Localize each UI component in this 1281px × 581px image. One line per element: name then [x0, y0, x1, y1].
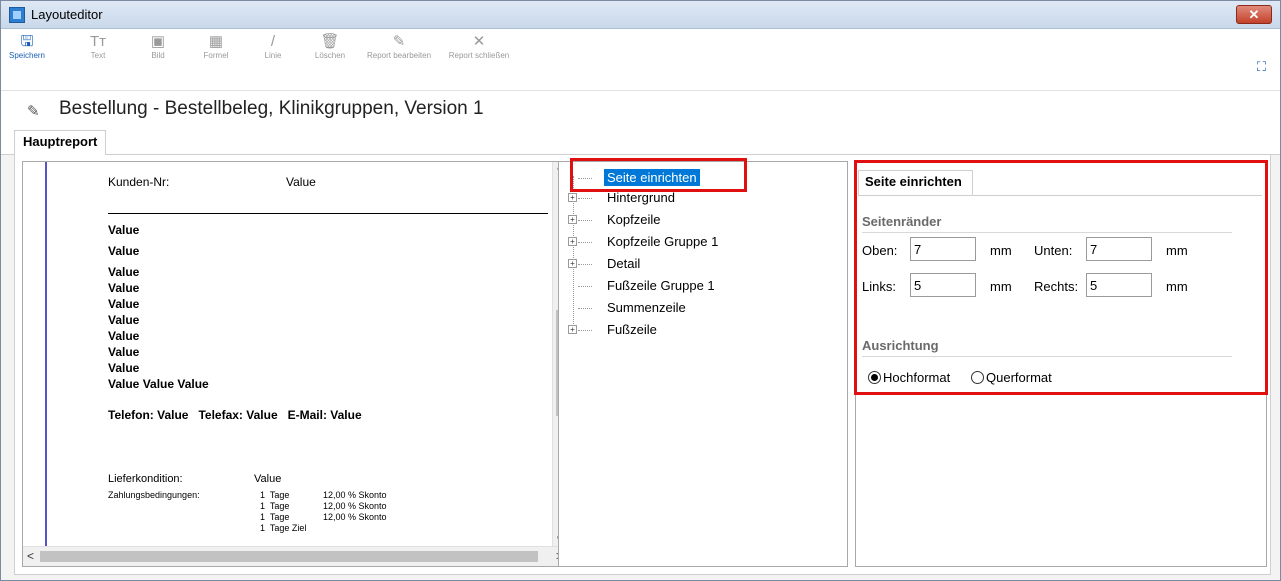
tree-item-label: Fußzeile [607, 322, 657, 337]
contact-line: Telefon: Value Telefax: Value E-Mail: Va… [108, 408, 362, 422]
tree-item-label: Kopfzeile Gruppe 1 [607, 234, 719, 249]
expand-icon[interactable]: + [568, 193, 577, 202]
preview-divider [108, 213, 548, 214]
zahlungsbedingungen-label: Zahlungsbedingungen: [108, 490, 200, 500]
tree-connector [578, 242, 592, 243]
expand-icon[interactable]: + [568, 237, 577, 246]
preview-horizontal-scrollbar[interactable]: < > [23, 546, 569, 566]
delete-button[interactable]: 🗑 Löschen [311, 33, 349, 60]
value-line: Value [108, 345, 140, 359]
value-line: Value [108, 244, 140, 258]
zahlung-days: 1 Tage Ziel [260, 523, 307, 533]
expand-icon[interactable]: + [568, 259, 577, 268]
tab-strip: Hauptreport [1, 129, 1280, 156]
lieferkondition-value: Value [254, 473, 282, 485]
value-line: Value [108, 329, 140, 343]
tree-connector [578, 286, 592, 287]
scroll-left-icon[interactable]: < [27, 549, 34, 563]
value-line: Value [108, 265, 140, 279]
tree-item-summenzeile[interactable]: Summenzeile [559, 298, 759, 318]
horizontal-scroll-thumb[interactable] [40, 551, 538, 562]
tree-item-fusszeile[interactable]: + Fußzeile [559, 320, 759, 340]
value-triple-line: Value Value Value [108, 377, 209, 391]
edit-report-button-label: Report bearbeiten [366, 51, 432, 60]
highlight-box-tree [570, 158, 747, 192]
report-preview[interactable]: Kunden-Nr: Value Value Value Value Value… [22, 161, 570, 567]
line-button[interactable]: / Linie [258, 33, 288, 60]
tree-item-label: Fußzeile Gruppe 1 [607, 278, 715, 293]
expand-icon[interactable]: + [568, 325, 577, 334]
value-line: Value [108, 313, 140, 327]
lieferkondition-label: Lieferkondition: [108, 473, 183, 485]
value-line: Value [108, 297, 140, 311]
line-icon: / [270, 33, 276, 50]
save-button[interactable]: 🖫 Speichern [7, 33, 47, 60]
tab-hauptreport[interactable]: Hauptreport [14, 130, 107, 156]
tree-connector [578, 308, 592, 309]
expand-icon[interactable]: + [568, 215, 577, 224]
delete-button-label: Löschen [314, 51, 346, 60]
report-structure-tree: Seite einrichten + Hintergrund + Kopfzei… [558, 161, 848, 567]
close-report-button-label: Report schließen [448, 51, 510, 60]
margin-guide-line [45, 162, 47, 546]
formula-button-label: Formel [203, 51, 229, 60]
tree-item-detail[interactable]: + Detail [559, 254, 759, 274]
kunden-nr-value: Value [286, 175, 316, 189]
edit-pencil-icon: ✎ [392, 33, 406, 50]
tree-item-label: Hintergrund [607, 190, 675, 205]
report-heading: ✎ Bestellung - Bestellbeleg, Klinikgrupp… [1, 91, 1280, 129]
fullscreen-icon[interactable]: ⛶ [1257, 59, 1266, 75]
image-button-label: Bild [151, 51, 165, 60]
close-icon: ✕ [472, 33, 486, 50]
zahlung-days: 1 Tage [260, 512, 290, 522]
tree-item-kopfzeile[interactable]: + Kopfzeile [559, 210, 759, 230]
tree-item-label: Kopfzeile [607, 212, 661, 227]
image-icon: ▣ [150, 33, 166, 50]
tree-connector [578, 198, 592, 199]
layout-editor-window: Layouteditor ✕ 🖫 Speichern Tт Text ▣ Bil… [0, 0, 1281, 581]
page-title: Bestellung - Bestellbeleg, Klinikgruppen… [59, 98, 484, 119]
zahlung-pct: 12,00 % Skonto [323, 490, 387, 500]
trash-icon: 🗑 [320, 33, 340, 50]
highlight-box-properties [854, 160, 1268, 395]
tree-connector [578, 330, 592, 331]
kunden-nr-label: Kunden-Nr: [108, 175, 170, 189]
zahlung-days: 1 Tage [260, 490, 290, 500]
tree-item-kopfzeile-gruppe-1[interactable]: + Kopfzeile Gruppe 1 [559, 232, 759, 252]
toolbar: 🖫 Speichern Tт Text ▣ Bild ▦ Formel / Li… [1, 29, 1280, 91]
image-button[interactable]: ▣ Bild [141, 33, 175, 60]
zahlung-pct: 12,00 % Skonto [323, 512, 387, 522]
save-button-label: Speichern [8, 51, 46, 60]
text-button[interactable]: Tт Text [81, 33, 115, 60]
tree-item-fusszeile-gruppe-1[interactable]: Fußzeile Gruppe 1 [559, 276, 759, 296]
tree-item-label: Detail [607, 256, 641, 271]
floppy-disk-icon: 🖫 [20, 33, 34, 50]
text-icon: Tт [89, 33, 107, 50]
content-area: Kunden-Nr: Value Value Value Value Value… [14, 155, 1271, 575]
text-button-label: Text [90, 51, 106, 60]
zahlung-pct: 12,00 % Skonto [323, 501, 387, 511]
zahlung-days: 1 Tage [260, 501, 290, 511]
formula-icon: ▦ [208, 33, 224, 50]
edit-report-button[interactable]: ✎ Report bearbeiten [359, 33, 439, 60]
title-bar: Layouteditor ✕ [1, 1, 1280, 29]
formula-button[interactable]: ▦ Formel [198, 33, 234, 60]
pencil-icon: ✎ [27, 103, 40, 120]
tree-item-label: Summenzeile [607, 300, 686, 315]
close-report-button[interactable]: ✕ Report schließen [441, 33, 517, 60]
bottom-edge [1, 576, 1280, 580]
value-line: Value [108, 223, 140, 237]
window-close-button[interactable]: ✕ [1236, 5, 1272, 24]
properties-panel: Seite einrichten Seitenränder Oben: mm U… [854, 160, 1268, 567]
line-button-label: Linie [264, 51, 282, 60]
app-icon [9, 7, 25, 23]
value-line: Value [108, 361, 140, 375]
tree-connector [578, 264, 592, 265]
window-title: Layouteditor [31, 7, 103, 22]
value-line: Value [108, 281, 140, 295]
tree-connector [578, 220, 592, 221]
